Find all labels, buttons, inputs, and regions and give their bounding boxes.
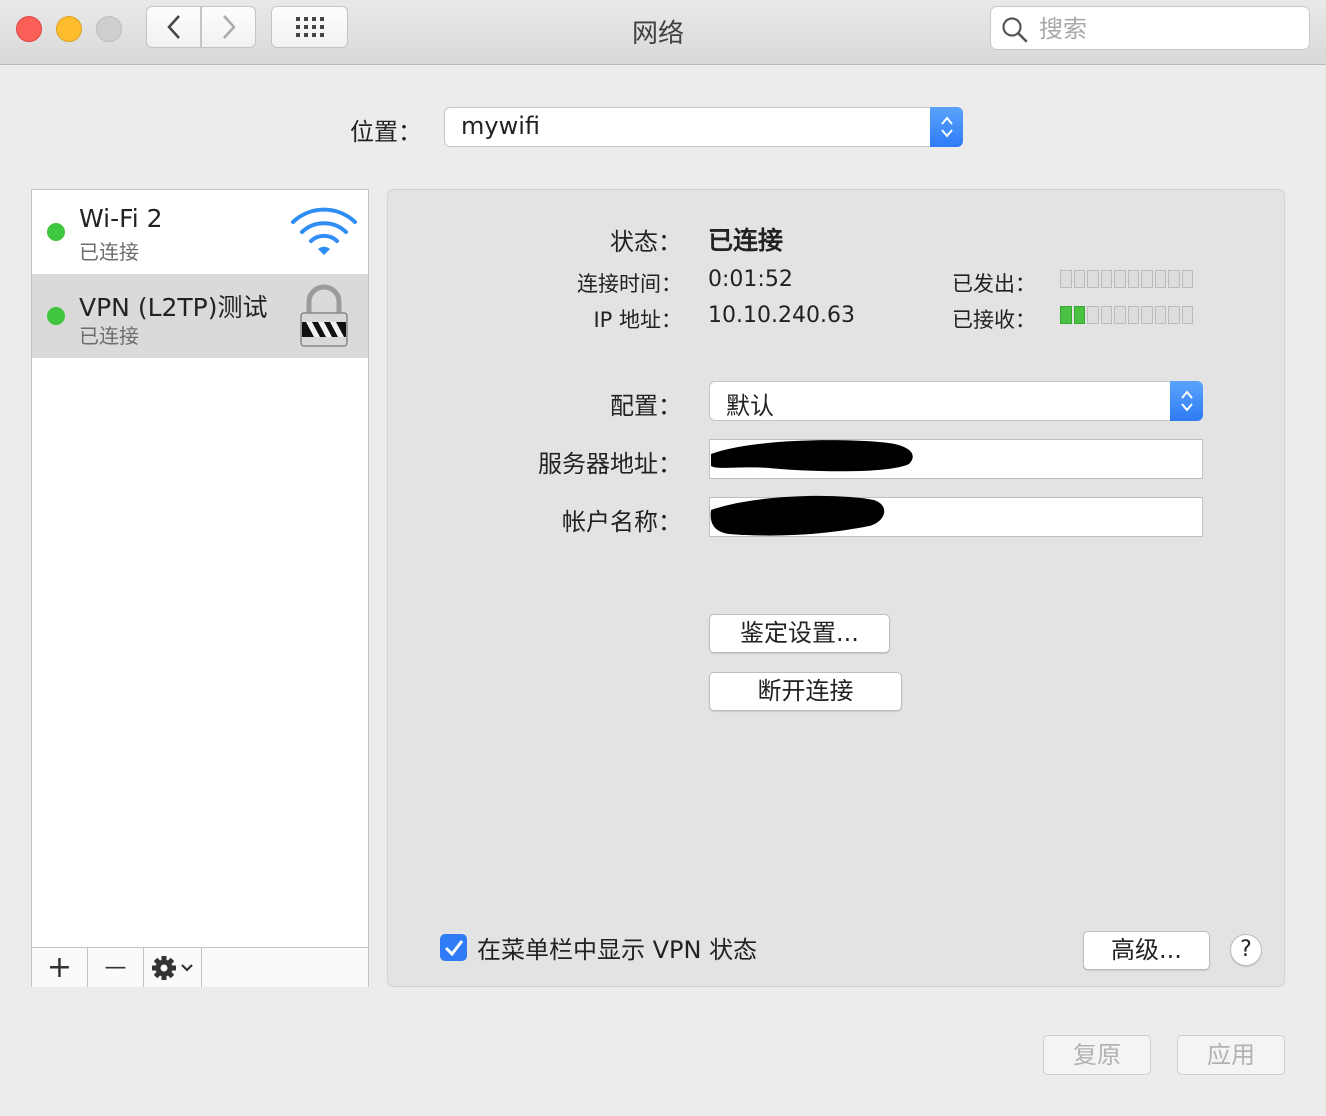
chevron-right-icon [222, 15, 236, 39]
disconnect-button[interactable]: 断开连接 [709, 672, 902, 711]
back-button[interactable] [146, 6, 201, 48]
status-value: 已连接 [708, 226, 784, 255]
config-stepper-arrows [1170, 381, 1203, 421]
meter-segment [1087, 270, 1099, 288]
service-status: 已连接 [79, 324, 139, 348]
up-down-arrows-icon [940, 116, 953, 138]
window-title: 网络 [631, 19, 684, 49]
close-window-button[interactable] [16, 16, 42, 42]
meter-segment [1114, 306, 1126, 324]
connect-time-value: 0:01:52 [708, 267, 793, 292]
show-vpn-status-option[interactable]: 在菜单栏中显示 VPN 状态 [440, 930, 757, 965]
title-bar: 网络 [0, 0, 1326, 65]
service-item-wifi[interactable]: Wi-Fi 2 已连接 [32, 190, 368, 274]
plus-icon: + [46, 950, 73, 985]
minus-icon: — [104, 955, 127, 980]
forward-button[interactable] [201, 6, 256, 48]
meter-segment [1168, 270, 1180, 288]
remove-service-button[interactable]: — [88, 948, 144, 987]
checkmark-icon [444, 939, 463, 956]
meter-segment [1114, 270, 1126, 288]
received-activity-meter [1060, 306, 1193, 324]
location-value: mywifi [461, 112, 540, 140]
config-value: 默认 [726, 392, 774, 420]
connect-time-label: 连接时间： [577, 272, 682, 296]
config-label: 配置： [610, 392, 682, 420]
location-label: 位置： [350, 118, 422, 146]
advanced-button[interactable]: 高级... [1083, 931, 1210, 970]
grid-icon [295, 17, 324, 37]
authentication-settings-button[interactable]: 鉴定设置... [709, 614, 890, 653]
meter-segment [1154, 270, 1166, 288]
meter-segment [1141, 270, 1153, 288]
meter-segment [1100, 306, 1112, 324]
show-all-button[interactable] [271, 6, 348, 48]
help-button[interactable]: ? [1230, 934, 1262, 966]
service-name: Wi-Fi 2 [79, 204, 163, 233]
minimize-window-button[interactable] [56, 16, 82, 42]
revert-button[interactable]: 复原 [1043, 1035, 1151, 1075]
zoom-window-button[interactable] [96, 16, 122, 42]
meter-segment [1181, 270, 1193, 288]
search-field[interactable] [990, 6, 1310, 50]
status-label: 状态： [610, 228, 682, 256]
service-name: VPN (L2TP)测试 [79, 293, 268, 322]
meter-segment [1073, 306, 1085, 324]
service-list-toolbar: + — [32, 947, 368, 987]
account-name-field[interactable] [709, 495, 1203, 537]
show-vpn-status-checkbox[interactable] [440, 934, 467, 961]
wifi-icon [291, 207, 357, 255]
meter-segment [1127, 270, 1139, 288]
location-popup[interactable]: mywifi [444, 107, 963, 147]
config-popup[interactable]: 默认 [709, 381, 1203, 421]
location-stepper-arrows [930, 107, 963, 147]
show-vpn-status-label: 在菜单栏中显示 VPN 状态 [477, 936, 758, 964]
chevron-left-icon [166, 15, 180, 39]
account-name-label: 帐户名称： [562, 508, 682, 536]
ip-address-value: 10.10.240.63 [708, 303, 855, 328]
add-service-button[interactable]: + [32, 948, 88, 987]
service-list: Wi-Fi 2 已连接 VPN (L2TP)测试 已连接 + — [31, 189, 369, 987]
service-item-vpn[interactable]: VPN (L2TP)测试 已连接 [32, 274, 368, 358]
ip-address-label: IP 地址： [593, 308, 682, 332]
meter-segment [1100, 270, 1112, 288]
meter-segment [1181, 306, 1193, 324]
service-status: 已连接 [79, 240, 139, 264]
meter-segment [1087, 306, 1099, 324]
server-address-field[interactable] [709, 439, 1203, 479]
meter-segment [1154, 306, 1166, 324]
redaction-scribble [710, 495, 885, 536]
meter-segment [1168, 306, 1180, 324]
chevron-down-icon [180, 963, 193, 972]
status-dot [47, 307, 65, 325]
meter-segment [1073, 270, 1085, 288]
redaction-scribble [711, 440, 913, 472]
meter-segment [1060, 306, 1072, 324]
action-menu-button[interactable] [144, 948, 202, 987]
meter-segment [1141, 306, 1153, 324]
apply-button[interactable]: 应用 [1177, 1035, 1285, 1075]
received-label: 已接收： [952, 308, 1036, 332]
sent-label: 已发出： [952, 272, 1036, 296]
vpn-lock-icon [300, 284, 348, 347]
gear-icon [151, 955, 193, 980]
server-address-label: 服务器地址： [538, 450, 682, 478]
up-down-arrows-icon [1180, 390, 1193, 412]
search-input[interactable] [1037, 13, 1301, 45]
sent-activity-meter [1060, 270, 1193, 288]
status-dot [47, 223, 65, 241]
meter-segment [1060, 270, 1072, 288]
search-icon [1002, 17, 1028, 43]
meter-segment [1127, 306, 1139, 324]
